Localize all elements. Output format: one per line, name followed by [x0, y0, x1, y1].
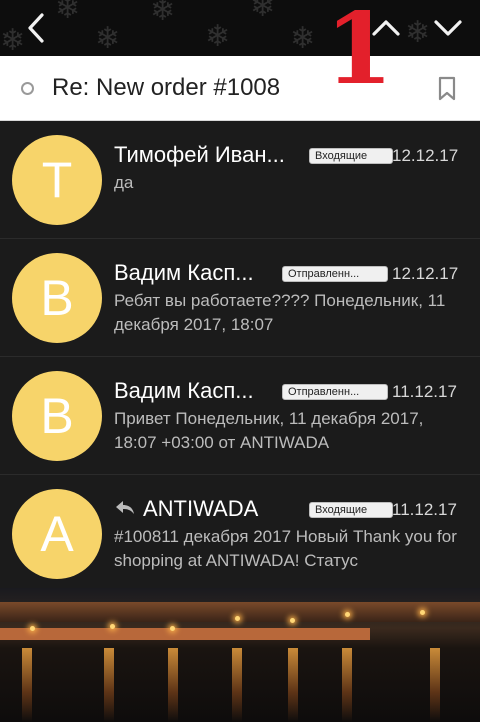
avatar: A: [12, 489, 102, 579]
wallpaper-bridge: [0, 602, 480, 622]
next-message-button[interactable]: [426, 6, 470, 50]
folder-badge: Входящие: [309, 148, 393, 164]
thread-subject-bar: Re: New order #1008: [0, 56, 480, 121]
folder-badge: Отправленн...: [282, 266, 388, 282]
wallpaper-reflection: [232, 648, 242, 722]
snowflake-decoration: ❄: [250, 0, 276, 23]
avatar-initial: B: [40, 270, 74, 326]
message-item[interactable]: T Тимофей Иван... Входящие 12.12.17 да: [0, 121, 480, 239]
folder-badge: Отправленн...: [282, 384, 388, 400]
wallpaper-reflection: [430, 648, 440, 722]
sender-name: Вадим Касп...: [114, 260, 254, 285]
snowflake-decoration: ❄: [55, 0, 81, 25]
message-preview: Привет Понедельник, 11 декабря 2017, 18:…: [114, 409, 424, 452]
wallpaper-reflection: [22, 648, 32, 722]
wallpaper-reflection: [342, 648, 352, 722]
avatar: T: [12, 135, 102, 225]
snowflake-decoration: ❄: [150, 0, 176, 27]
message-item[interactable]: A ANTIWADA Входящие 11.12.17 #100811 дек…: [0, 475, 480, 593]
message-preview: Ребят вы работаете???? Понедельник, 11 д…: [114, 291, 446, 334]
sender-name: Тимофей Иван...: [114, 142, 285, 167]
avatar-initial: B: [40, 388, 74, 444]
message-preview: #100811 декабря 2017 Новый Thank you for…: [114, 527, 457, 570]
snowflake-decoration: ❄: [95, 22, 121, 55]
message-item[interactable]: B Вадим Касп... Отправленн... 12.12.17 Р…: [0, 239, 480, 357]
wallpaper-light: [170, 626, 175, 631]
message-date: 11.12.17: [392, 382, 457, 401]
message-item[interactable]: B Вадим Касп... Отправленн... 11.12.17 П…: [0, 357, 480, 475]
annotation-mark: 1: [325, 0, 394, 107]
unread-indicator-icon: [21, 82, 34, 95]
wallpaper-reflection: [288, 648, 298, 722]
snowflake-decoration: ❄: [290, 22, 316, 55]
chevron-left-icon: [28, 13, 44, 43]
wallpaper-light: [235, 616, 240, 621]
message-date: 11.12.17: [392, 500, 457, 519]
wallpaper-light: [30, 626, 35, 631]
bookmark-icon: [438, 76, 456, 101]
avatar: B: [12, 371, 102, 461]
avatar: B: [12, 253, 102, 343]
chevron-down-icon: [434, 20, 462, 36]
avatar-initial: T: [41, 152, 73, 208]
message-date: 12.12.17: [392, 264, 459, 283]
wallpaper-pier: [0, 628, 370, 640]
sender-name: ANTIWADA: [143, 496, 259, 521]
message-list: T Тимофей Иван... Входящие 12.12.17 да B…: [0, 121, 480, 593]
folder-badge: Входящие: [309, 502, 393, 518]
wallpaper-light: [290, 618, 295, 623]
wallpaper-light: [345, 612, 350, 617]
top-toolbar: ❄ ❄ ❄ ❄ ❄ ❄ ❄ ❄: [0, 0, 480, 56]
message-preview: да: [114, 173, 134, 192]
wallpaper-light: [110, 624, 115, 629]
avatar-initial: A: [40, 506, 74, 562]
wallpaper-reflection: [104, 648, 114, 722]
background-wallpaper: [0, 588, 480, 722]
reply-icon: [114, 499, 136, 522]
message-date: 12.12.17: [392, 146, 459, 165]
thread-subject: Re: New order #1008: [52, 74, 281, 101]
wallpaper-light: [420, 610, 425, 615]
bookmark-button[interactable]: [437, 76, 457, 107]
snowflake-decoration: ❄: [205, 20, 231, 53]
wallpaper-reflection: [168, 648, 178, 722]
sender-name: Вадим Касп...: [114, 378, 254, 403]
back-button[interactable]: [14, 6, 58, 50]
